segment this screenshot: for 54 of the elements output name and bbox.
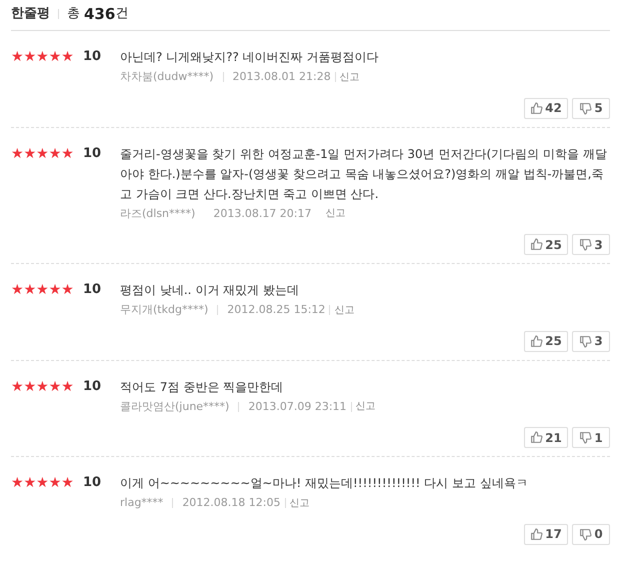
author-name: 차차붐(dudw****) bbox=[120, 69, 214, 85]
review-text: 줄거리-영생꽃을 찾기 위한 여정교훈-1일 먼저가려다 30년 먼저간다(기다림의 미학을 깨달아야 한다.)분수를 알자-(영생꽃 찾으려고 목숨 내놓으셨어요?)영화의 깨알 법칙-까불면,죽고 가슴이 크면 산다.장난치면 죽고 이쁘면 산다. bbox=[120, 146, 608, 202]
dislike-button[interactable]: 0 bbox=[572, 524, 610, 544]
dislike-button[interactable]: 3 bbox=[572, 330, 610, 352]
rating-score: 10 bbox=[83, 48, 102, 66]
total-count: 436 bbox=[84, 4, 116, 25]
thumbs-up-icon bbox=[530, 102, 544, 114]
author-name: 무지개(tkdg****) bbox=[120, 302, 208, 318]
section-title: 한줄평 bbox=[11, 5, 50, 24]
thumbs-down-icon bbox=[579, 431, 592, 444]
thumbs-up-icon bbox=[530, 431, 544, 444]
like-button[interactable]: 17 bbox=[524, 524, 568, 544]
author-name: 라즈(dlsn****) bbox=[120, 206, 196, 222]
rating-score: 10 bbox=[83, 378, 102, 396]
report-link[interactable]: 신고 bbox=[334, 302, 354, 318]
thumbs-down-icon bbox=[579, 238, 592, 251]
review-text: 이게 어~~~~~~~~~얼~마나! 재밌는데!!!!!!!!!!!!!! 다시 보고 싶네욕ㅋ bbox=[120, 475, 529, 492]
like-button[interactable]: 25 bbox=[524, 330, 568, 352]
like-button[interactable]: 25 bbox=[524, 234, 568, 255]
report-link[interactable]: 신고 bbox=[290, 496, 310, 511]
thumbs-up-icon bbox=[530, 238, 544, 251]
thumbs-down-icon bbox=[579, 528, 592, 540]
report-link[interactable]: 신고 bbox=[326, 206, 346, 222]
dislike-button[interactable]: 3 bbox=[572, 234, 610, 255]
review-text: 아닌데? 니게왜낮지?? 네이버진짜 거품평점이다 bbox=[120, 49, 380, 66]
author-name: rlag**** bbox=[120, 495, 164, 511]
thumbs-down-icon bbox=[579, 334, 592, 348]
review-date: 2013.08.01 21:28 bbox=[232, 69, 331, 85]
rating-score: 10 bbox=[83, 474, 102, 492]
star-rating: ★★★★★ bbox=[11, 144, 75, 164]
review-date: 2013.08.17 20:17 bbox=[213, 206, 312, 222]
dislike-button[interactable]: 1 bbox=[572, 427, 610, 448]
report-link[interactable]: 신고 bbox=[340, 70, 360, 85]
total-label: 총 bbox=[67, 5, 80, 24]
star-rating: ★★★★★ bbox=[11, 48, 75, 67]
review-date: 2012.08.18 12:05 bbox=[182, 495, 280, 511]
total-suffix: 건 bbox=[115, 5, 128, 24]
thumbs-down-icon bbox=[579, 102, 592, 114]
thumbs-up-icon bbox=[530, 334, 544, 348]
review-date: 2013.07.09 23:11 bbox=[248, 398, 347, 414]
star-rating: ★★★★★ bbox=[11, 474, 75, 493]
report-link[interactable]: 신고 bbox=[356, 399, 376, 414]
star-rating: ★★★★★ bbox=[11, 281, 75, 300]
star-rating: ★★★★★ bbox=[11, 378, 75, 396]
rating-score: 10 bbox=[83, 144, 102, 162]
rating-score: 10 bbox=[83, 281, 102, 299]
review-text: 적어도 7점 중반은 찍을만한데 bbox=[120, 378, 284, 396]
review-text: 평점이 낮네.. 이거 재밌게 봤는데 bbox=[120, 282, 300, 299]
review-date: 2012.08.25 15:12 bbox=[227, 302, 326, 318]
thumbs-up-icon bbox=[530, 528, 544, 540]
like-button[interactable]: 21 bbox=[524, 427, 568, 448]
like-button[interactable]: 42 bbox=[524, 98, 568, 118]
dislike-button[interactable]: 5 bbox=[572, 98, 610, 118]
author-name: 콜라맛염산(june****) bbox=[120, 398, 230, 414]
